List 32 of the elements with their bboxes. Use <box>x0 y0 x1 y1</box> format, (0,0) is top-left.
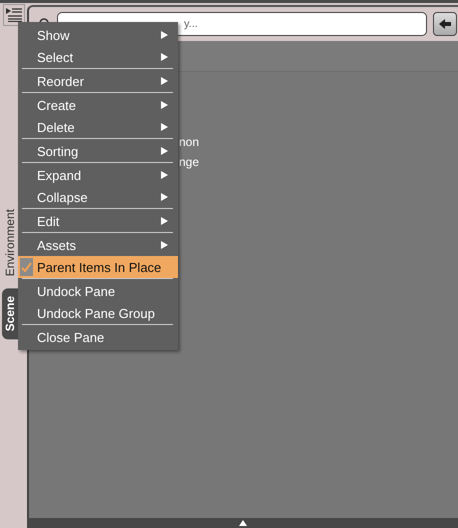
submenu-arrow-icon <box>161 147 168 155</box>
list-item[interactable]: non <box>179 132 458 152</box>
menu-item[interactable]: Undock Pane <box>18 280 178 302</box>
menu-item[interactable]: Undock Pane Group <box>18 302 178 324</box>
menu-item[interactable]: Delete <box>18 116 178 138</box>
submenu-arrow-icon <box>161 217 168 225</box>
menu-item[interactable]: Edit <box>18 210 178 232</box>
list-menu-icon <box>6 8 22 22</box>
submenu-arrow-icon <box>161 77 168 85</box>
submenu-arrow-icon <box>161 123 168 131</box>
left-arrow-icon <box>439 19 451 29</box>
list-item[interactable]: nge <box>179 152 458 172</box>
menu-item[interactable]: Expand <box>18 164 178 186</box>
menu-item[interactable]: Reorder <box>18 70 178 92</box>
submenu-arrow-icon <box>161 193 168 201</box>
submenu-arrow-icon <box>161 53 168 61</box>
menu-item[interactable]: Select <box>18 46 178 68</box>
menu-item[interactable]: Create <box>18 94 178 116</box>
side-tab[interactable]: Scene <box>2 288 18 340</box>
submenu-arrow-icon <box>161 31 168 39</box>
submenu-arrow-icon <box>161 171 168 179</box>
up-arrow-icon[interactable] <box>238 520 246 526</box>
submenu-arrow-icon <box>161 241 168 249</box>
menu-item[interactable]: Parent Items In Place <box>18 256 178 278</box>
menu-item[interactable]: Assets <box>18 234 178 256</box>
menu-item[interactable]: Collapse <box>18 186 178 208</box>
menu-button[interactable] <box>3 4 25 26</box>
side-tab[interactable]: Environment <box>2 205 19 280</box>
submenu-arrow-icon <box>161 101 168 109</box>
menu-item[interactable]: Sorting <box>18 140 178 162</box>
back-button[interactable] <box>433 12 457 36</box>
menu-item[interactable]: Close Pane <box>18 326 178 348</box>
